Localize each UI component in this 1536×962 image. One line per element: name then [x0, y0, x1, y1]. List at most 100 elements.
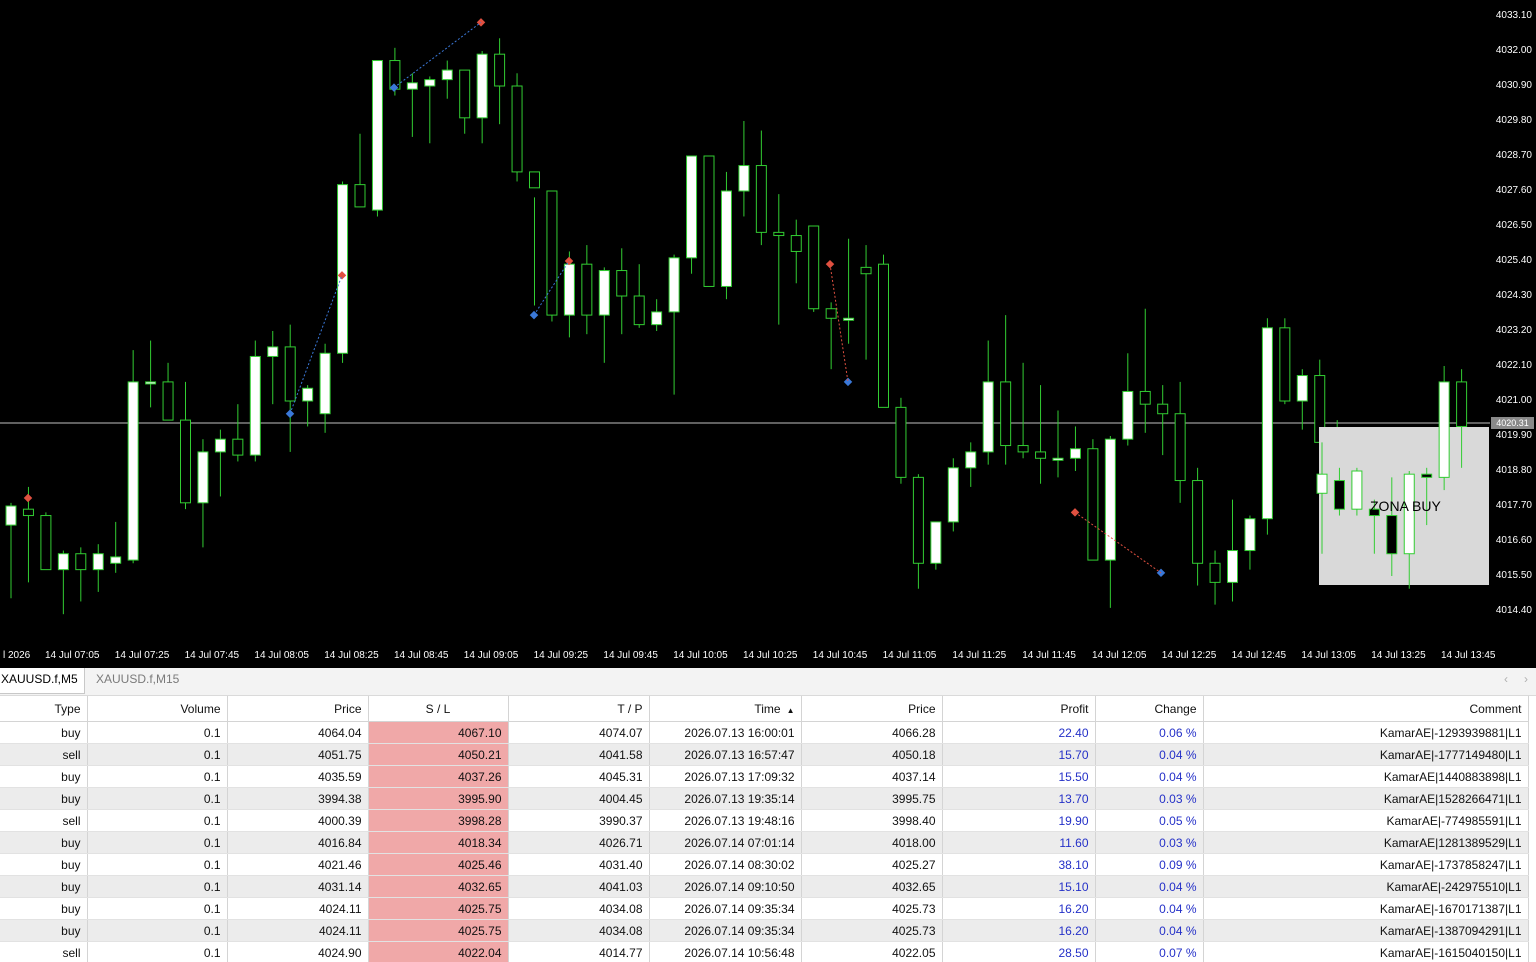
time-tick: 14 Jul 09:25 — [533, 650, 589, 661]
cell-profit: 19.90 — [942, 809, 1096, 832]
col-volume-header[interactable]: Volume — [87, 696, 228, 722]
cell-time: 2026.07.13 19:48:16 — [649, 809, 802, 832]
col-sl-header[interactable]: S / L — [368, 696, 509, 722]
candle — [1456, 369, 1468, 468]
cell-change: 0.03 % — [1095, 831, 1204, 854]
table-row[interactable]: buy 0.1 4024.11 4025.75 4034.08 2026.07.14 09… — [0, 897, 1529, 920]
price-chart[interactable]: ZONA BUY 4033.10 4032.00 4030.90 4029.80 402… — [0, 0, 1536, 668]
chart-tab-m5[interactable]: XAUUSD.f,M5 — [0, 668, 85, 694]
col-change-header[interactable]: Change — [1095, 696, 1204, 722]
cell-type: buy — [0, 721, 88, 744]
table-header-row: Type Volume Price S / L T / P Time ▲ Pric… — [0, 696, 1529, 722]
cell-change: 0.09 % — [1095, 853, 1204, 876]
price-tick: 4033.10 — [1495, 10, 1532, 21]
candle-body — [1333, 480, 1345, 510]
cell-profit: 28.50 — [942, 941, 1096, 962]
cell-price: 4024.11 — [227, 919, 369, 942]
candle-body — [1316, 473, 1328, 494]
cell-volume: 0.1 — [87, 941, 228, 962]
col-current-price-header[interactable]: Price — [801, 696, 943, 722]
table-row[interactable]: buy 0.1 4024.11 4025.75 4034.08 2026.07.14 09… — [0, 919, 1529, 942]
cell-price: 4031.14 — [227, 875, 369, 898]
price-tick: 4026.50 — [1495, 220, 1532, 231]
cell-profit: 13.70 — [942, 787, 1096, 810]
cell-change: 0.06 % — [1095, 721, 1204, 744]
cell-change: 0.04 % — [1095, 919, 1204, 942]
table-row[interactable]: buy 0.1 3994.38 3995.90 4004.45 2026.07.13 19… — [0, 787, 1529, 810]
cell-comment: KamarAE|-774985591|L1 — [1203, 809, 1529, 832]
cell-tp: 4034.08 — [508, 897, 650, 920]
cell-change: 0.07 % — [1095, 941, 1204, 962]
cell-profit: 16.20 — [942, 897, 1096, 920]
cell-current-price: 4022.05 — [801, 941, 943, 962]
time-tick: 14 Jul 13:25 — [1371, 650, 1426, 661]
table-row[interactable]: buy 0.1 4031.14 4032.65 4041.03 2026.07.14 09… — [0, 875, 1529, 898]
cell-type: buy — [0, 875, 88, 898]
cell-type: buy — [0, 897, 88, 920]
cell-time: 2026.07.14 09:35:34 — [649, 919, 802, 942]
time-tick: 14 Jul 10:05 — [673, 650, 728, 661]
cell-type: buy — [0, 765, 88, 788]
col-tp-header[interactable]: T / P — [508, 696, 650, 722]
candle — [1386, 477, 1398, 576]
table-row[interactable]: buy 0.1 4021.46 4025.46 4031.40 2026.07.14 08… — [0, 853, 1529, 876]
cell-volume: 0.1 — [87, 853, 228, 876]
cell-current-price: 4025.73 — [801, 897, 943, 920]
cell-type: buy — [0, 831, 88, 854]
price-tick: 4028.70 — [1495, 150, 1532, 161]
table-row[interactable]: sell 0.1 4000.39 3998.28 3990.37 2026.07.13 1… — [0, 809, 1529, 832]
cell-change: 0.04 % — [1095, 875, 1204, 898]
cell-price: 4035.59 — [227, 765, 369, 788]
cell-price: 4024.90 — [227, 941, 369, 962]
table-row[interactable]: sell 0.1 4024.90 4022.04 4014.77 2026.07.14 1… — [0, 941, 1529, 962]
cell-volume: 0.1 — [87, 875, 228, 898]
candle — [1316, 442, 1328, 554]
cell-profit: 11.60 — [942, 831, 1096, 854]
price-tick: 4022.10 — [1495, 360, 1532, 371]
table-row[interactable]: buy 0.1 4016.84 4018.34 4026.71 2026.07.14 07… — [0, 831, 1529, 854]
candle — [1351, 467, 1363, 516]
cell-tp: 4026.71 — [508, 831, 650, 854]
cell-comment: KamarAE|1528266471|L1 — [1203, 787, 1529, 810]
table-row[interactable]: sell 0.1 4051.75 4050.21 4041.58 2026.07.13 1… — [0, 743, 1529, 766]
price-tick: 4021.00 — [1495, 395, 1532, 406]
cell-profit: 15.50 — [942, 765, 1096, 788]
table-row[interactable]: buy 0.1 4035.59 4037.26 4045.31 2026.07.13 17… — [0, 765, 1529, 788]
col-profit-header[interactable]: Profit — [942, 696, 1096, 722]
cell-type: sell — [0, 743, 88, 766]
time-tick: 14 Jul 09:05 — [463, 650, 519, 661]
cell-sl: 3995.90 — [368, 787, 509, 810]
tab-scroll-left-icon[interactable]: ‹ — [1504, 672, 1508, 686]
candle — [1438, 366, 1450, 491]
cell-tp: 4034.08 — [508, 919, 650, 942]
time-tick: 14 Jul 08:45 — [394, 650, 449, 661]
chart-tab-m15[interactable]: XAUUSD.f,M15 — [90, 668, 185, 693]
tab-scroll-right-icon[interactable]: › — [1524, 672, 1528, 686]
cell-price: 4016.84 — [227, 831, 369, 854]
cell-price: 4051.75 — [227, 743, 369, 766]
cell-sl: 4050.21 — [368, 743, 509, 766]
col-comment-header[interactable]: Comment — [1203, 696, 1529, 722]
col-price-header[interactable]: Price — [227, 696, 369, 722]
sort-asc-icon: ▲ — [786, 705, 795, 715]
col-type-header[interactable]: Type — [0, 696, 88, 722]
cell-sl: 4025.75 — [368, 897, 509, 920]
cell-sl: 3998.28 — [368, 809, 509, 832]
cell-sl: 4067.10 — [368, 721, 509, 744]
time-tick: 14 Jul 12:05 — [1092, 650, 1147, 661]
time-tick: 14 Jul 13:05 — [1301, 650, 1356, 661]
cell-type: buy — [0, 919, 88, 942]
cell-time: 2026.07.13 19:35:14 — [649, 787, 802, 810]
cell-type: buy — [0, 853, 88, 876]
cell-current-price: 4066.28 — [801, 721, 943, 744]
time-tick: 14 Jul 12:25 — [1161, 650, 1217, 661]
table-row[interactable]: buy 0.1 4064.04 4067.10 4074.07 2026.07.13 16… — [0, 721, 1529, 744]
cell-current-price: 4037.14 — [801, 765, 943, 788]
col-time-header[interactable]: Time ▲ — [649, 696, 802, 722]
cell-time: 2026.07.14 07:01:14 — [649, 831, 802, 854]
cell-tp: 4031.40 — [508, 853, 650, 876]
cell-change: 0.04 % — [1095, 743, 1204, 766]
price-tick: 4024.30 — [1495, 290, 1532, 301]
cell-change: 0.03 % — [1095, 787, 1204, 810]
price-tick: 4019.90 — [1495, 430, 1532, 441]
